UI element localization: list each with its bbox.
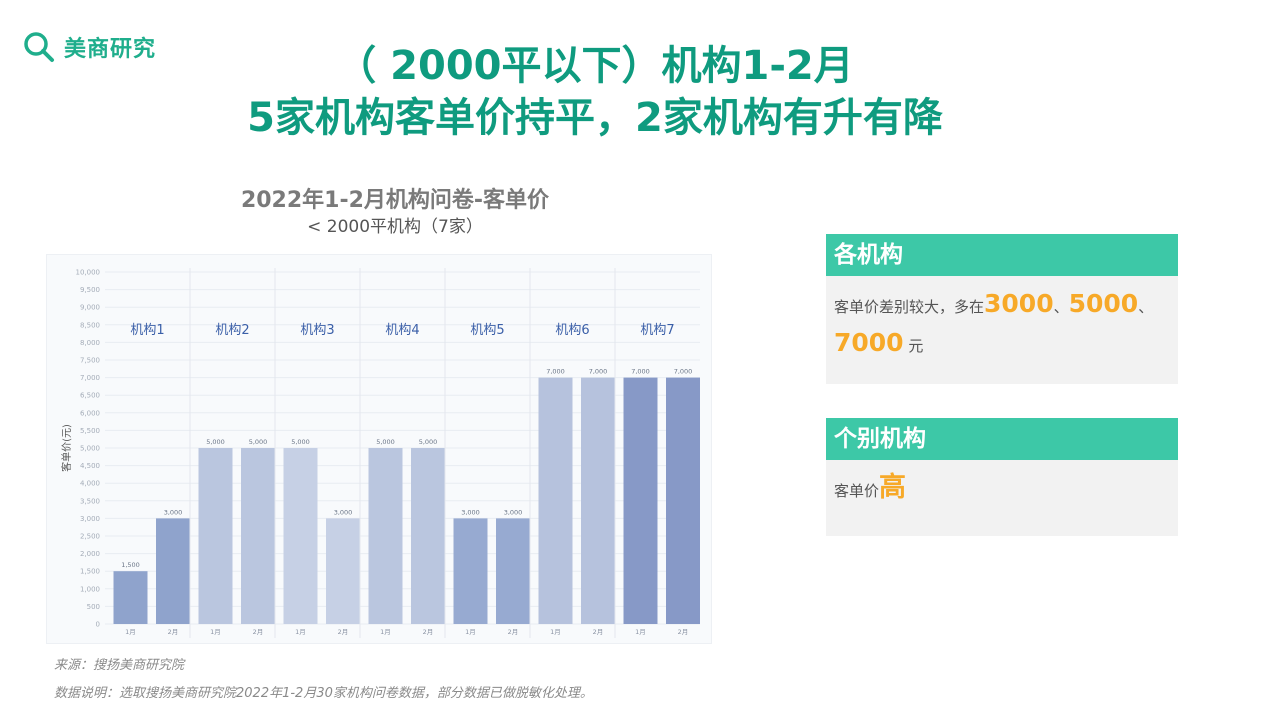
y-tick-label: 1,000 — [80, 585, 100, 593]
group-label: 机构4 — [385, 323, 419, 338]
x-tick-label: 1月 — [295, 628, 306, 636]
bar — [283, 448, 318, 624]
x-tick-label: 1月 — [635, 628, 646, 636]
footer-note: 数据说明：选取搜扬美商研究院2022年1-2月30家机构问卷数据，部分数据已做脱… — [54, 686, 593, 701]
y-tick-label: 4,000 — [80, 480, 100, 488]
y-tick-label: 6,500 — [80, 392, 100, 400]
bar — [326, 518, 360, 624]
group-label: 机构5 — [470, 323, 504, 338]
x-tick-label: 2月 — [168, 628, 179, 636]
separator: 、 — [1138, 298, 1154, 316]
bar-value-label: 3,000 — [334, 508, 353, 516]
highlight-high: 高 — [879, 472, 907, 503]
footer-source: 来源：搜扬美商研究院 — [54, 658, 185, 673]
bar-value-label: 5,000 — [249, 438, 268, 446]
y-tick-label: 3,500 — [80, 497, 100, 505]
bar-value-label: 5,000 — [291, 438, 310, 446]
y-tick-label: 7,000 — [80, 374, 100, 382]
x-tick-label: 2月 — [253, 628, 264, 636]
y-tick-label: 0 — [96, 621, 100, 629]
bar — [623, 377, 658, 624]
separator: 、 — [1053, 298, 1069, 316]
chart-title: 2022年1-2月机构问卷-客单价 — [240, 188, 550, 213]
bar — [496, 518, 530, 624]
bar — [113, 571, 148, 624]
x-tick-label: 1月 — [210, 628, 221, 636]
value-7000: 7000 — [834, 328, 904, 357]
page-title-line1: （ 2000平以下）机构1-2月 — [336, 43, 854, 89]
value-3000: 3000 — [984, 289, 1054, 318]
x-tick-label: 2月 — [338, 628, 349, 636]
x-tick-label: 1月 — [465, 628, 476, 636]
x-tick-label: 1月 — [125, 628, 136, 636]
y-tick-label: 10,000 — [76, 269, 101, 277]
panel-individual-institutions-body: 客单价高 — [826, 460, 1178, 519]
x-tick-label: 2月 — [508, 628, 519, 636]
bar-value-label: 5,000 — [376, 438, 395, 446]
page-title-line2: 5家机构客单价持平，2家机构有升有降 — [247, 95, 943, 141]
bar-value-label: 7,000 — [674, 368, 693, 376]
panel-text: 客单价差别较大，多在 — [834, 298, 985, 316]
panel-all-institutions-body: 客单价差别较大，多在3000、5000、 7000 元 — [826, 276, 1178, 374]
group-label: 机构6 — [555, 323, 589, 338]
bar — [581, 377, 615, 624]
panel-all-institutions: 各机构 客单价差别较大，多在3000、5000、 7000 元 — [826, 234, 1178, 384]
chart-subtitle: < 2000平机构（7家） — [307, 217, 483, 237]
y-tick-label: 2,500 — [80, 533, 100, 541]
y-tick-label: 1,500 — [80, 568, 100, 576]
y-tick-label: 3,000 — [80, 515, 100, 523]
panel-individual-institutions: 个别机构 客单价高 — [826, 418, 1178, 536]
group-label: 机构1 — [130, 323, 164, 338]
value-5000: 5000 — [1068, 289, 1139, 318]
y-tick-label: 4,500 — [80, 462, 100, 470]
bar-value-label: 5,000 — [419, 438, 438, 446]
bar-value-label: 7,000 — [546, 368, 565, 376]
group-label: 机构2 — [215, 323, 249, 338]
bar — [453, 518, 488, 624]
unit-label: 元 — [903, 337, 924, 355]
bar-value-label: 3,000 — [504, 508, 523, 516]
bar — [538, 377, 573, 624]
y-axis-label: 客单价(元) — [60, 424, 73, 472]
panel-text: 客单价 — [834, 482, 880, 500]
bar — [666, 377, 700, 624]
group-label: 机构3 — [300, 323, 334, 338]
bar — [241, 448, 275, 624]
bar — [411, 448, 445, 624]
group-label: 机构7 — [640, 323, 674, 338]
bar-value-label: 5,000 — [206, 438, 225, 446]
bar-value-label: 7,000 — [631, 368, 650, 376]
bar — [156, 518, 190, 624]
y-tick-label: 5,000 — [80, 445, 100, 453]
bar-value-label: 3,000 — [461, 508, 480, 516]
y-tick-label: 8,500 — [80, 321, 100, 329]
bar-value-label: 1,500 — [121, 561, 140, 569]
bar-value-label: 3,000 — [164, 508, 183, 516]
x-tick-label: 1月 — [380, 628, 391, 636]
bar-value-label: 7,000 — [589, 368, 608, 376]
y-tick-label: 500 — [87, 603, 100, 611]
y-tick-label: 7,500 — [80, 357, 100, 365]
bar-chart: 0 500 1,000 1,500 2,000 2,500 3,000 3,500 4,000 4… — [60, 268, 700, 638]
bar — [368, 448, 403, 624]
y-tick-label: 9,000 — [80, 304, 100, 312]
y-tick-label: 9,500 — [80, 286, 100, 294]
y-tick-label: 5,500 — [80, 427, 100, 435]
bar — [198, 448, 233, 624]
y-tick-label: 2,000 — [80, 550, 100, 558]
x-tick-label: 2月 — [423, 628, 434, 636]
x-tick-label: 2月 — [593, 628, 604, 636]
y-tick-label: 8,000 — [80, 339, 100, 347]
x-tick-label: 1月 — [550, 628, 561, 636]
y-tick-label: 6,000 — [80, 409, 100, 417]
page-title: （ 2000平以下）机构1-2月 5家机构客单价持平，2家机构有升有降 — [0, 40, 1190, 144]
panel-individual-institutions-title: 个别机构 — [826, 418, 1178, 460]
panel-all-institutions-title: 各机构 — [826, 234, 1178, 276]
x-tick-label: 2月 — [678, 628, 689, 636]
